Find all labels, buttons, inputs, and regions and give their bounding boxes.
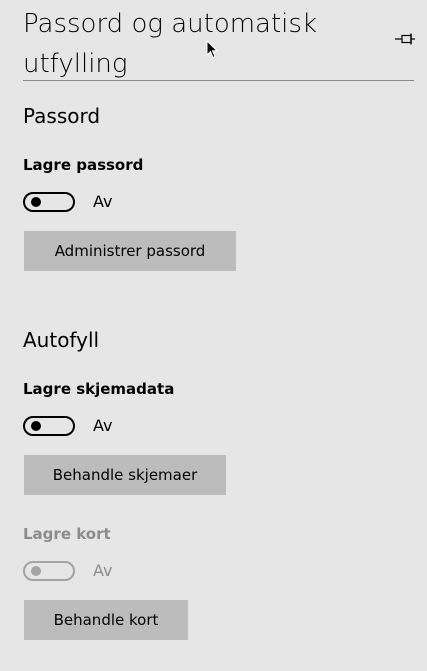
title-divider [23, 80, 414, 81]
save-cards-toggle-row: Av [23, 559, 112, 583]
save-form-data-toggle[interactable] [23, 416, 75, 436]
section-heading-autofill: Autofyll [23, 328, 100, 352]
toggle-knob [31, 421, 41, 431]
toggle-knob [31, 197, 41, 207]
save-form-data-label: Lagre skjemadata [23, 380, 175, 398]
toggle-knob [31, 566, 41, 576]
save-form-data-state: Av [93, 416, 113, 435]
save-passwords-state: Av [93, 192, 113, 211]
manage-passwords-button[interactable]: Administrer passord [24, 231, 236, 271]
save-cards-label: Lagre kort [23, 525, 111, 543]
save-passwords-label: Lagre passord [23, 156, 144, 174]
mouse-cursor-icon [206, 40, 218, 59]
panel-title: Passord og automatisk utfylling [23, 9, 318, 79]
save-cards-state: Av [93, 561, 113, 580]
manage-cards-button[interactable]: Behandle kort [24, 600, 188, 640]
manage-forms-button[interactable]: Behandle skjemaer [24, 455, 226, 495]
save-cards-toggle [23, 561, 75, 581]
section-heading-passwords: Passord [23, 104, 101, 128]
save-form-data-toggle-row[interactable]: Av [23, 414, 112, 438]
save-passwords-toggle-row[interactable]: Av [23, 190, 112, 214]
pin-icon[interactable] [394, 32, 416, 46]
save-passwords-toggle[interactable] [23, 192, 75, 212]
